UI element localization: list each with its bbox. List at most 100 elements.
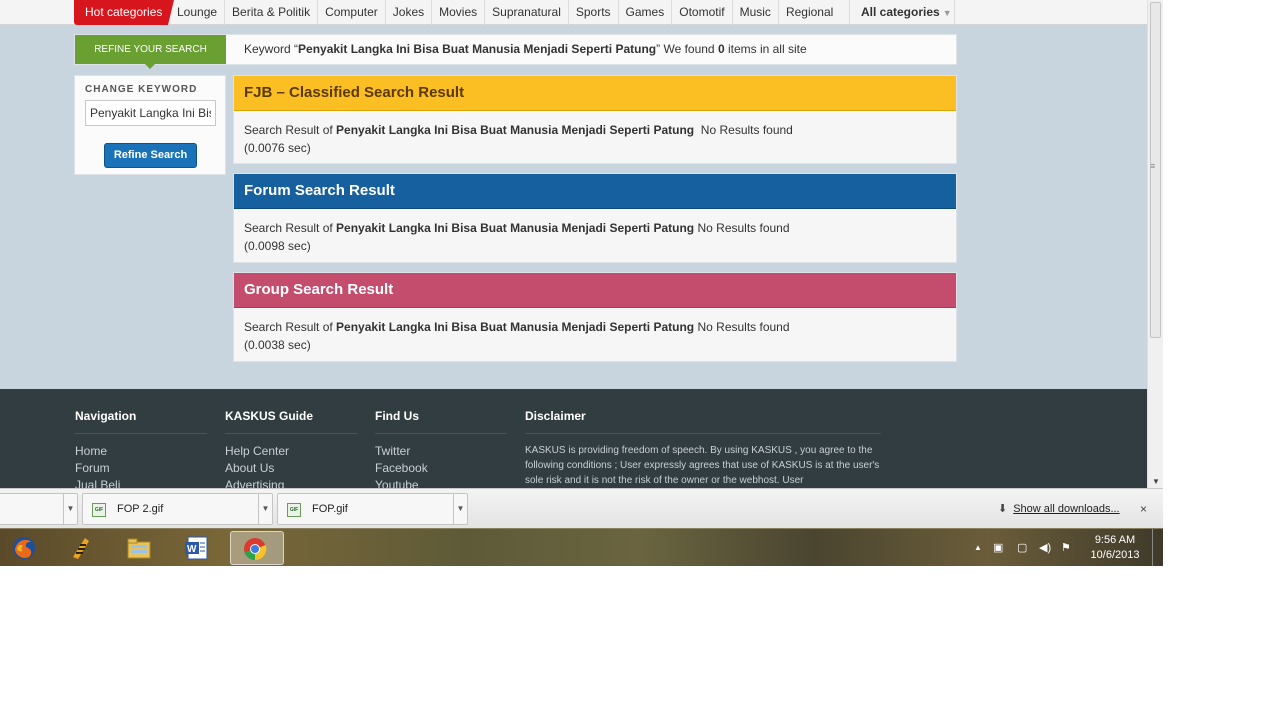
category-links: Lounge Berita & Politik Computer Jokes M… xyxy=(170,0,840,25)
clock-date: 10/6/2013 xyxy=(1090,549,1140,561)
download-menu-arrow-icon[interactable]: ▼ xyxy=(453,494,467,524)
category-berita-politik[interactable]: Berita & Politik xyxy=(225,0,319,25)
category-lounge[interactable]: Lounge xyxy=(170,0,226,25)
show-desktop-button[interactable] xyxy=(1152,529,1163,566)
group-result-title: Group Search Result xyxy=(234,273,956,308)
footer-link-help-center[interactable]: Help Center xyxy=(225,443,357,460)
keyword-mid: ” We found xyxy=(656,42,718,56)
download-shelf: ▼ GIF FOP 2.gif ▼ GIF FOP.gif ▼ ⬇ Show al… xyxy=(0,488,1163,528)
footer-navigation: Navigation Home Forum Jual Beli xyxy=(75,409,207,494)
footer-navigation-title: Navigation xyxy=(75,409,207,434)
footer-disclaimer: Disclaimer KASKUS is providing freedom o… xyxy=(525,409,881,488)
svg-text:W: W xyxy=(187,544,197,555)
category-music[interactable]: Music xyxy=(733,0,779,25)
category-regional[interactable]: Regional xyxy=(779,0,840,25)
fjb-result-body: Search Result of Penyakit Langka Ini Bis… xyxy=(234,111,956,157)
download-menu-arrow-icon[interactable]: ▼ xyxy=(258,494,272,524)
footer-disclaimer-title: Disclaimer xyxy=(525,409,881,434)
forum-result-body: Search Result of Penyakit Langka Ini Bis… xyxy=(234,209,956,255)
change-keyword-label: CHANGE KEYWORD xyxy=(85,84,198,95)
winamp-icon[interactable] xyxy=(57,531,105,565)
result-count: 0 xyxy=(717,42,725,56)
forum-result-title: Forum Search Result xyxy=(234,174,956,209)
result-keyword: Penyakit Langka Ini Bisa Buat Manusia Me… xyxy=(336,320,695,334)
chrome-icon[interactable] xyxy=(230,531,284,565)
all-categories-label: All categories xyxy=(861,5,940,19)
scroll-down-arrow-icon[interactable]: ▼ xyxy=(1152,477,1160,486)
footer-disclaimer-text: KASKUS is providing freedom of speech. B… xyxy=(525,445,880,486)
refine-your-search-label: REFINE YOUR SEARCH xyxy=(75,35,226,69)
file-explorer-icon[interactable] xyxy=(115,531,163,565)
show-hidden-icons-arrow-icon[interactable]: ▲ xyxy=(974,543,982,552)
firefox-icon[interactable] xyxy=(0,531,48,565)
category-games[interactable]: Games xyxy=(619,0,673,25)
footer-guide-title: KASKUS Guide xyxy=(225,409,357,434)
result-prefix: Search Result of xyxy=(244,123,337,137)
result-status: No Results found xyxy=(694,123,793,137)
keyword-prefix: Keyword “ xyxy=(244,42,299,56)
category-supranatural[interactable]: Supranatural xyxy=(485,0,569,25)
scrollbar-grip-icon: ≡ xyxy=(1150,161,1156,171)
hot-categories-tab[interactable]: Hot categories xyxy=(74,0,174,25)
site-footer: Navigation Home Forum Jual Beli KASKUS G… xyxy=(0,389,1147,492)
result-time: (0.0098 sec) xyxy=(244,239,311,253)
windows-taskbar: W ▲ ▣ ▢ ◀) ⚑ 9:56 AM 10/6/2013 xyxy=(0,528,1163,566)
change-keyword-panel: CHANGE KEYWORD Refine Search xyxy=(74,75,226,175)
footer-link-facebook[interactable]: Facebook xyxy=(375,460,507,477)
volume-icon[interactable]: ◀) xyxy=(1039,541,1051,554)
result-keyword: Penyakit Langka Ini Bisa Buat Manusia Me… xyxy=(336,221,695,235)
download-arrow-icon: ⬇ xyxy=(998,503,1008,515)
keyword-summary: Keyword “Penyakit Langka Ini Bisa Buat M… xyxy=(244,35,807,64)
clock-time: 9:56 AM xyxy=(1094,534,1136,546)
category-computer[interactable]: Computer xyxy=(318,0,386,25)
caret-down-icon: ▼ xyxy=(942,8,952,18)
keyword-input[interactable] xyxy=(85,100,216,126)
download-filename: FOP 2.gif xyxy=(117,503,164,515)
fjb-result-box: FJB – Classified Search Result Search Re… xyxy=(233,75,957,164)
download-item[interactable]: GIF FOP 2.gif ▼ xyxy=(82,493,273,525)
download-menu-arrow-icon[interactable]: ▼ xyxy=(63,494,77,524)
download-filename: FOP.gif xyxy=(312,503,348,515)
fjb-result-title: FJB – Classified Search Result xyxy=(234,76,956,111)
show-all-downloads-link[interactable]: Show all downloads... xyxy=(1013,503,1119,515)
all-categories-dropdown[interactable]: All categories ▼ xyxy=(849,0,955,25)
footer-link-forum[interactable]: Forum xyxy=(75,460,207,477)
category-jokes[interactable]: Jokes xyxy=(386,0,433,25)
result-prefix: Search Result of xyxy=(244,320,337,334)
download-item[interactable]: GIF FOP.gif ▼ xyxy=(277,493,468,525)
close-download-bar-icon[interactable]: × xyxy=(1140,489,1147,529)
result-status: No Results found xyxy=(694,320,790,334)
result-status: No Results found xyxy=(694,221,790,235)
clock[interactable]: 9:56 AM 10/6/2013 xyxy=(1086,533,1144,563)
footer-findus: Find Us Twitter Facebook Youtube xyxy=(375,409,507,494)
show-all-downloads[interactable]: ⬇ Show all downloads... xyxy=(998,489,1120,529)
group-result-box: Group Search Result Search Result of Pen… xyxy=(233,272,957,362)
forum-result-box: Forum Search Result Search Result of Pen… xyxy=(233,173,957,263)
result-time: (0.0038 sec) xyxy=(244,338,311,352)
category-nav: Hot categories Lounge Berita & Politik C… xyxy=(0,0,1147,25)
browser-screen: Hot categories Lounge Berita & Politik C… xyxy=(0,0,1163,566)
gif-file-icon: GIF xyxy=(287,503,301,517)
action-center-icon[interactable]: ▢ xyxy=(1017,541,1027,554)
gif-file-icon: GIF xyxy=(92,503,106,517)
vertical-scrollbar[interactable]: ≡ ▼ xyxy=(1147,0,1163,488)
footer-guide: KASKUS Guide Help Center About Us Advert… xyxy=(225,409,357,494)
network-adapter-icon[interactable]: ▣ xyxy=(993,541,1003,554)
keyword-suffix: items in all site xyxy=(724,42,807,56)
group-result-body: Search Result of Penyakit Langka Ini Bis… xyxy=(234,308,956,354)
flag-icon[interactable]: ⚑ xyxy=(1061,541,1071,554)
footer-link-twitter[interactable]: Twitter xyxy=(375,443,507,460)
category-movies[interactable]: Movies xyxy=(432,0,486,25)
footer-link-about-us[interactable]: About Us xyxy=(225,460,357,477)
keyword-text: Penyakit Langka Ini Bisa Buat Manusia Me… xyxy=(298,42,657,56)
refine-bar: REFINE YOUR SEARCH Keyword “Penyakit Lan… xyxy=(74,34,957,69)
refine-search-button[interactable]: Refine Search xyxy=(104,143,197,168)
download-item-partial[interactable]: ▼ xyxy=(0,493,78,525)
result-time: (0.0076 sec) xyxy=(244,141,311,155)
footer-link-home[interactable]: Home xyxy=(75,443,207,460)
footer-findus-title: Find Us xyxy=(375,409,507,434)
category-otomotif[interactable]: Otomotif xyxy=(672,0,733,25)
category-sports[interactable]: Sports xyxy=(569,0,619,25)
word-icon[interactable]: W xyxy=(173,531,221,565)
result-prefix: Search Result of xyxy=(244,221,337,235)
